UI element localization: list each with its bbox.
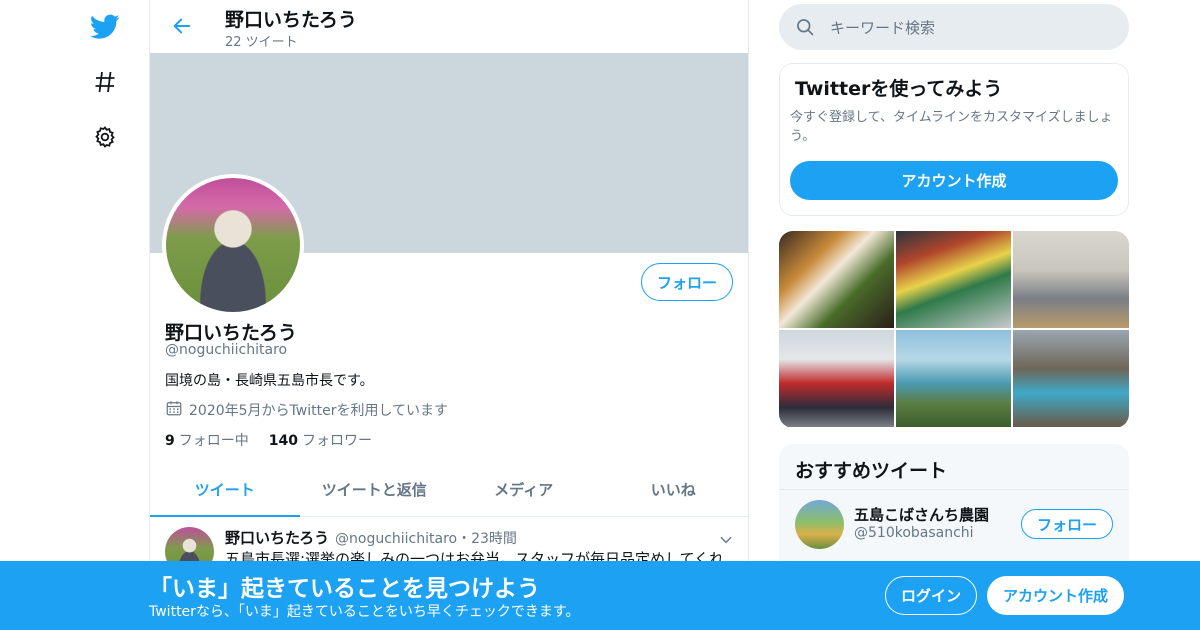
signup-card: Twitterを使ってみよう 今すぐ登録して、タイムラインをカスタマイズしましょ… bbox=[779, 63, 1129, 216]
following-link[interactable]: 9 フォロー中 bbox=[165, 430, 249, 450]
tab-likes[interactable]: いいね bbox=[599, 463, 749, 516]
bottom-bar-title: 「いま」起きていることを見つけよう bbox=[149, 576, 540, 602]
follow-button[interactable]: フォロー bbox=[641, 263, 733, 301]
search-input[interactable]: キーワード検索 bbox=[830, 17, 935, 38]
right-sidebar: キーワード検索 Twitterを使ってみよう 今すぐ登録して、タイムラインをカス… bbox=[779, 0, 1129, 630]
media-thumbnail[interactable] bbox=[1013, 231, 1129, 328]
tweet-handle-time: @noguchiichitaro・23時間 bbox=[335, 531, 517, 547]
media-thumbnail[interactable] bbox=[896, 231, 1011, 328]
left-nav bbox=[0, 0, 150, 630]
back-arrow-icon[interactable] bbox=[166, 10, 198, 42]
signup-prompt-bar: 「いま」起きていることを見つけよう Twitterなら、「いま」起きていることを… bbox=[0, 561, 1200, 630]
chevron-down-icon[interactable] bbox=[716, 530, 736, 550]
signup-card-title: Twitterを使ってみよう bbox=[795, 78, 1003, 100]
following-label: フォロー中 bbox=[178, 433, 249, 449]
create-account-button[interactable]: アカウント作成 bbox=[790, 161, 1118, 200]
recommended-name[interactable]: 五島こばさんち農園 bbox=[854, 504, 989, 525]
bottom-bar-subtitle: Twitterなら、「いま」起きていることをいち早くチェックできます。 bbox=[149, 604, 580, 620]
tab-media[interactable]: メディア bbox=[449, 463, 599, 516]
media-thumbnail[interactable] bbox=[1013, 330, 1129, 427]
media-thumbnail[interactable] bbox=[779, 330, 894, 427]
media-thumbnail[interactable] bbox=[896, 330, 1011, 427]
media-grid bbox=[779, 231, 1129, 428]
profile-tabs: ツイート ツイートと返信 メディア いいね bbox=[150, 463, 748, 517]
profile-avatar[interactable] bbox=[162, 174, 304, 316]
profile-handle: @noguchiichitaro bbox=[165, 342, 288, 358]
recommended-avatar[interactable] bbox=[795, 500, 844, 549]
tweet-author-name[interactable]: 野口いちたろう bbox=[225, 527, 329, 548]
signup-button[interactable]: アカウント作成 bbox=[987, 576, 1124, 615]
header-name: 野口いちたろう bbox=[225, 9, 357, 31]
calendar-icon bbox=[165, 399, 183, 421]
twitter-bird-icon[interactable] bbox=[85, 7, 125, 47]
divider bbox=[779, 489, 1129, 490]
tab-tweets[interactable]: ツイート bbox=[150, 463, 300, 517]
search-icon bbox=[795, 17, 815, 37]
followers-count: 140 bbox=[268, 433, 298, 449]
tab-tweets-and-replies[interactable]: ツイートと返信 bbox=[300, 463, 450, 516]
signup-card-description: 今すぐ登録して、タイムラインをカスタマイズしましょう。 bbox=[790, 110, 1113, 144]
profile-header: 野口いちたろう 22 ツイート bbox=[150, 0, 748, 53]
following-count: 9 bbox=[165, 433, 175, 449]
profile-stats: 9 フォロー中 140 フォロワー bbox=[165, 430, 372, 450]
profile-joined: 2020年5月からTwitterを利用しています bbox=[165, 399, 448, 421]
recommended-title: おすすめツイート bbox=[795, 460, 948, 482]
search-box[interactable]: キーワード検索 bbox=[779, 4, 1129, 50]
followers-link[interactable]: 140 フォロワー bbox=[269, 430, 372, 450]
header-tweet-count: 22 ツイート bbox=[225, 35, 298, 50]
avatar-image bbox=[166, 178, 300, 312]
gear-icon[interactable] bbox=[85, 117, 125, 157]
recommended-follow-button[interactable]: フォロー bbox=[1021, 509, 1113, 539]
hashtag-icon[interactable] bbox=[85, 62, 125, 102]
recommended-handle: @510kobasanchi bbox=[854, 525, 974, 541]
media-thumbnail[interactable] bbox=[779, 231, 894, 328]
main-column: 野口いちたろう 22 ツイート フォロー 野口いちたろう @noguchiich… bbox=[149, 0, 749, 630]
profile-bio: 国境の島・長崎県五島市長です。 bbox=[165, 373, 374, 389]
joined-text: 2020年5月からTwitterを利用しています bbox=[189, 403, 449, 419]
followers-label: フォロワー bbox=[301, 433, 372, 449]
profile-name: 野口いちたろう bbox=[165, 322, 297, 344]
login-button[interactable]: ログイン bbox=[885, 576, 977, 615]
